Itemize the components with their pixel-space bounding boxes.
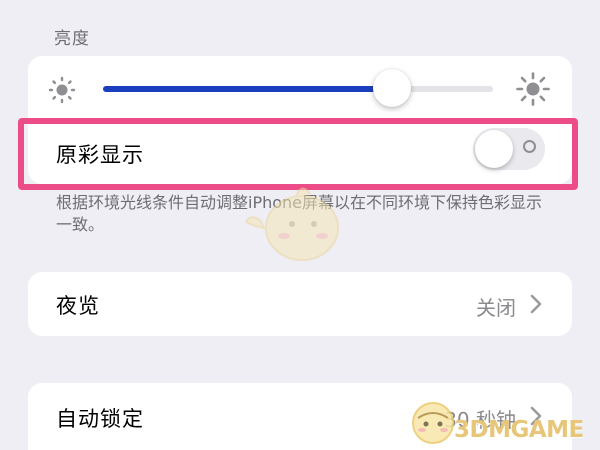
night-shift-label: 夜览 [56, 294, 100, 318]
brightness-section-header: 亮度 [54, 29, 90, 49]
watermark-text: 3DMGAME [454, 417, 584, 443]
sun-large-icon [516, 72, 550, 106]
true-tone-label: 原彩显示 [56, 143, 144, 167]
toggle-off-indicator [523, 140, 536, 153]
chevron-right-icon [530, 294, 542, 314]
watermark-mascot-logo [244, 187, 339, 261]
sun-small-icon [48, 76, 76, 104]
toggle-knob [475, 130, 513, 168]
watermark-corner-mascot-icon [412, 402, 454, 444]
true-tone-toggle[interactable] [473, 128, 545, 170]
auto-lock-label: 自动锁定 [56, 407, 144, 431]
brightness-slider[interactable] [103, 69, 493, 107]
brightness-slider-fill [103, 86, 392, 92]
night-shift-row[interactable]: 夜览 关闭 [28, 272, 572, 336]
night-shift-value: 关闭 [476, 296, 516, 320]
brightness-slider-thumb[interactable] [372, 69, 411, 107]
